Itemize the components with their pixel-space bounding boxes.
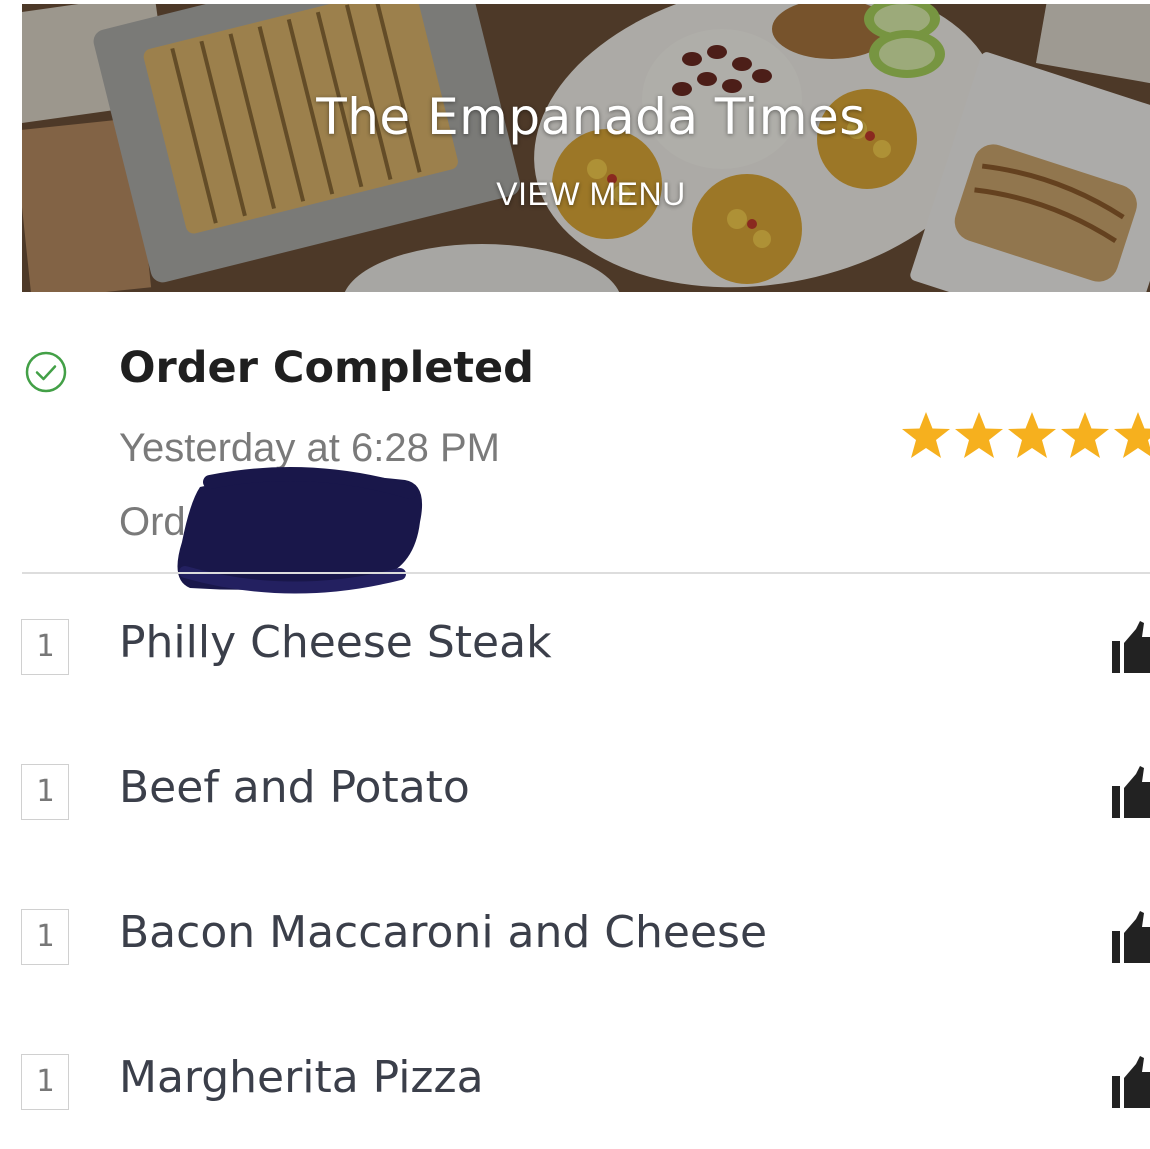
list-item: 1 Bacon Maccaroni and Cheese (0, 907, 1150, 1009)
item-name: Beef and Potato (119, 762, 470, 813)
thumbs-up-icon[interactable] (1110, 1054, 1150, 1112)
star-icon[interactable] (1059, 410, 1111, 462)
rating-stars (900, 410, 1150, 466)
star-icon[interactable] (1112, 410, 1150, 462)
thumbs-up-icon[interactable] (1110, 909, 1150, 967)
restaurant-name: The Empanada Times (316, 88, 866, 146)
star-icon[interactable] (900, 410, 952, 462)
item-quantity: 1 (21, 909, 69, 965)
thumbs-up-icon[interactable] (1110, 619, 1150, 677)
item-name: Margherita Pizza (119, 1052, 484, 1103)
star-icon[interactable] (953, 410, 1005, 462)
item-quantity: 1 (21, 619, 69, 675)
restaurant-hero-banner[interactable]: The Empanada Times VIEW MENU (22, 4, 1150, 292)
check-circle-icon (25, 351, 67, 393)
order-status: Order Completed (119, 343, 534, 393)
list-item: 1 Beef and Potato (0, 762, 1150, 864)
thumbs-up-icon[interactable] (1110, 764, 1150, 822)
divider (22, 572, 1150, 574)
item-name: Bacon Maccaroni and Cheese (119, 907, 768, 958)
item-quantity: 1 (21, 764, 69, 820)
view-menu-link[interactable]: VIEW MENU (22, 176, 1150, 213)
order-details-page: The Empanada Times VIEW MENU Order Compl… (0, 0, 1150, 1149)
list-item: 1 Philly Cheese Steak (0, 617, 1150, 719)
star-icon[interactable] (1006, 410, 1058, 462)
list-item: 1 Margherita Pizza (0, 1052, 1150, 1149)
item-quantity: 1 (21, 1054, 69, 1110)
redaction-scribble (177, 467, 423, 594)
hero-overlay (22, 4, 1150, 292)
item-name: Philly Cheese Steak (119, 617, 552, 668)
